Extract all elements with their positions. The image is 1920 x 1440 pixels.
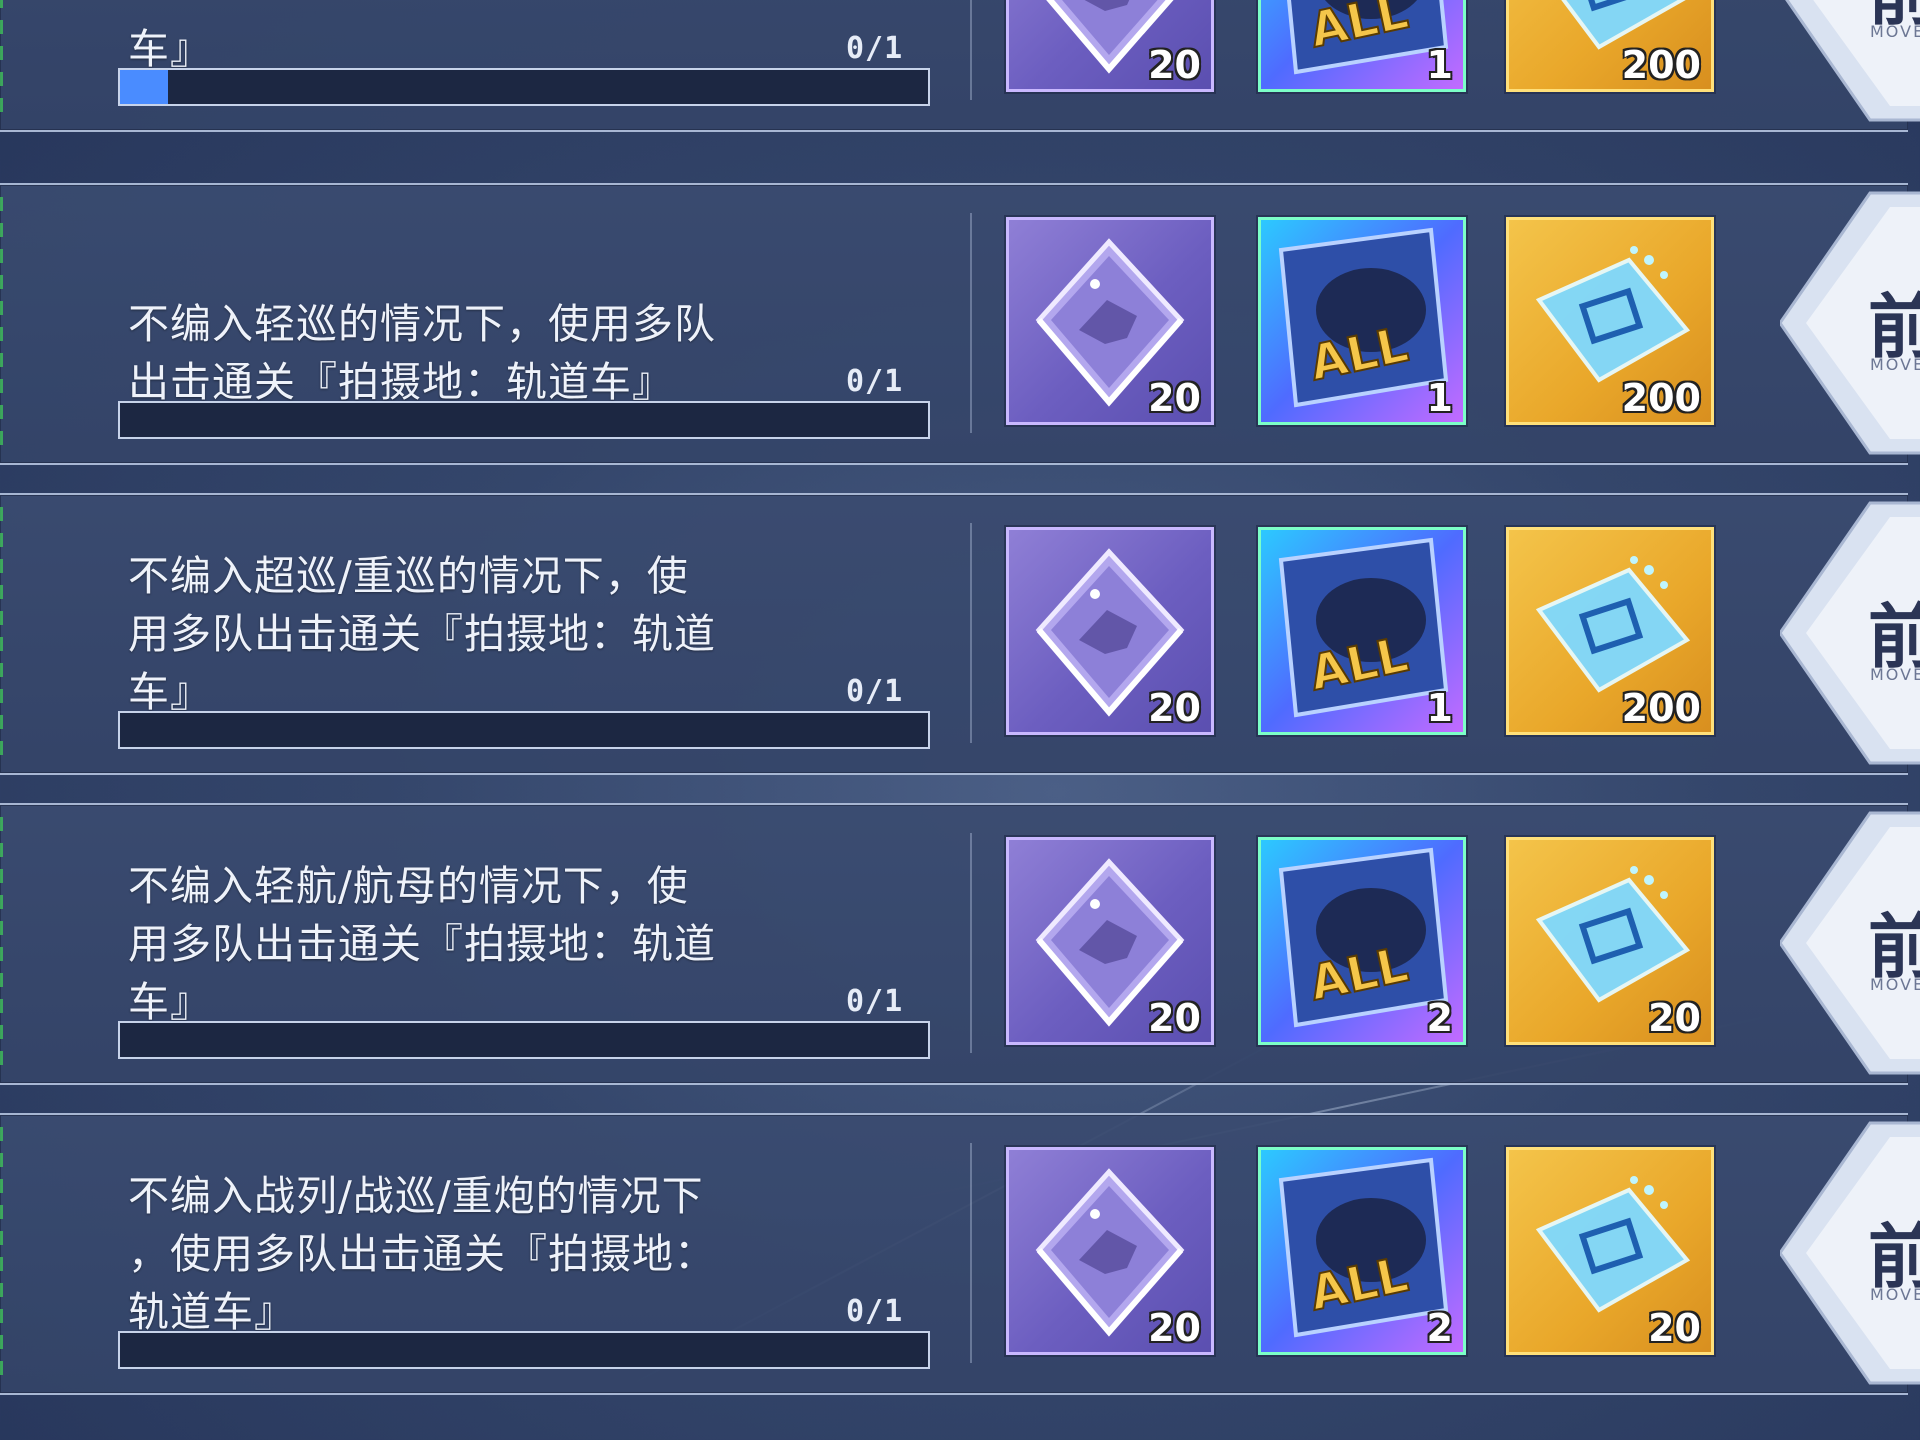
go-button-sublabel: MOVE xyxy=(1870,975,1920,994)
row-accent xyxy=(0,1127,3,1377)
progress-bar xyxy=(118,68,930,106)
reward-item[interactable]: 200 xyxy=(1506,527,1714,735)
reward-quantity: 2 xyxy=(1426,996,1453,1040)
go-button-sublabel: MOVE xyxy=(1870,355,1920,374)
reward-quantity: 200 xyxy=(1621,376,1701,420)
progress-count: 0/1 xyxy=(846,984,904,1019)
reward-item[interactable]: ALL 2 xyxy=(1258,837,1466,1045)
task-description: 不编入战列/战巡/重炮的情况下 ，使用多队出击通关『拍摄地： 轨道车』 xyxy=(128,1172,716,1336)
reward-quantity: 200 xyxy=(1621,686,1701,730)
progress-count: 0/1 xyxy=(846,31,904,66)
reward-quantity: 20 xyxy=(1148,1306,1201,1350)
reward-quantity: 20 xyxy=(1148,996,1201,1040)
progress-bar xyxy=(118,1331,930,1369)
progress-count: 0/1 xyxy=(846,364,904,399)
reward-item[interactable]: 20 xyxy=(1006,217,1214,425)
progress-fill xyxy=(120,70,169,104)
row-divider xyxy=(970,523,972,743)
reward-item[interactable]: ALL 1 xyxy=(1258,527,1466,735)
reward-item[interactable]: 200 xyxy=(1506,0,1714,92)
progress-bar xyxy=(118,711,930,749)
reward-item[interactable]: 20 xyxy=(1506,837,1714,1045)
go-button-sublabel: MOVE xyxy=(1870,22,1920,41)
reward-quantity: 20 xyxy=(1148,376,1201,420)
reward-item[interactable]: 20 xyxy=(1006,0,1214,92)
row-accent xyxy=(0,197,3,447)
reward-item[interactable]: ALL 2 xyxy=(1258,1147,1466,1355)
reward-quantity: 20 xyxy=(1648,996,1701,1040)
progress-bar xyxy=(118,1021,930,1059)
row-accent xyxy=(0,817,3,1067)
reward-item[interactable]: 20 xyxy=(1506,1147,1714,1355)
row-accent xyxy=(0,507,3,757)
reward-quantity: 200 xyxy=(1621,43,1701,87)
reward-item[interactable]: ALL 1 xyxy=(1258,217,1466,425)
reward-quantity: 2 xyxy=(1426,1306,1453,1350)
reward-item[interactable]: 20 xyxy=(1006,837,1214,1045)
progress-count: 0/1 xyxy=(846,1294,904,1329)
row-divider xyxy=(970,213,972,433)
reward-quantity: 1 xyxy=(1426,376,1453,420)
row-divider xyxy=(970,1143,972,1363)
reward-item[interactable]: 20 xyxy=(1006,1147,1214,1355)
row-accent xyxy=(0,0,3,114)
progress-bar xyxy=(118,401,930,439)
reward-quantity: 20 xyxy=(1648,1306,1701,1350)
reward-quantity: 1 xyxy=(1426,686,1453,730)
reward-quantity: 20 xyxy=(1148,686,1201,730)
task-description: 不编入超巡/重巡的情况下，使 用多队出击通关『拍摄地：轨道 车』 xyxy=(128,552,716,716)
reward-quantity: 1 xyxy=(1426,43,1453,87)
go-button-sublabel: MOVE xyxy=(1870,665,1920,684)
reward-item[interactable]: 200 xyxy=(1506,217,1714,425)
progress-count: 0/1 xyxy=(846,674,904,709)
task-description: 不编入轻巡的情况下，使用多队 出击通关『拍摄地：轨道车』 xyxy=(128,300,716,406)
reward-item[interactable]: 20 xyxy=(1006,527,1214,735)
task-description: 不编入轻航/航母的情况下，使 用多队出击通关『拍摄地：轨道 车』 xyxy=(128,862,716,1026)
row-divider xyxy=(970,833,972,1053)
go-button-sublabel: MOVE xyxy=(1870,1285,1920,1304)
reward-item[interactable]: ALL 1 xyxy=(1258,0,1466,92)
reward-quantity: 20 xyxy=(1148,43,1201,87)
row-divider xyxy=(970,0,972,100)
